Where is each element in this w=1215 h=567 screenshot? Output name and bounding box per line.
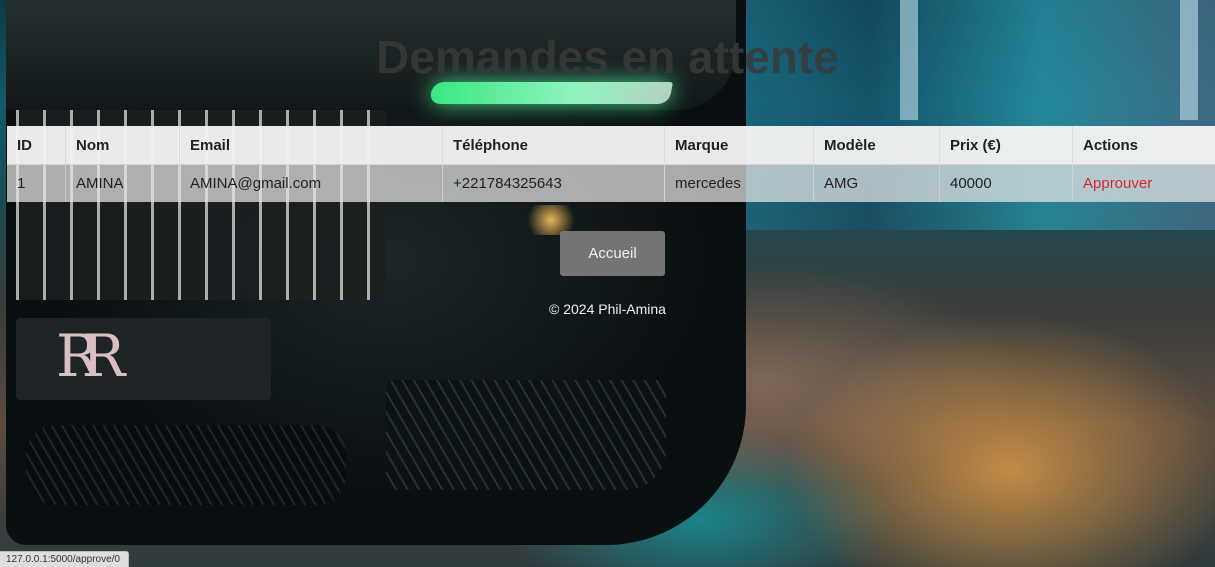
home-button[interactable]: Accueil — [560, 231, 665, 276]
column-header-telephone: Téléphone — [442, 126, 665, 165]
pending-requests-table: ID Nom Email Téléphone Marque Modèle Pri… — [7, 126, 1215, 202]
column-header-email: Email — [179, 126, 443, 165]
column-header-marque: Marque — [664, 126, 814, 165]
cell-prix: 40000 — [939, 164, 1073, 202]
column-header-id: ID — [17, 136, 32, 154]
cell-actions: Approuver — [1072, 164, 1215, 202]
cell-telephone: +221784325643 — [442, 164, 665, 202]
status-bar-url: 127.0.0.1:5000/approve/0 — [0, 551, 129, 567]
cell-marque: mercedes — [664, 164, 814, 202]
column-header-actions: Actions — [1072, 126, 1215, 165]
footer-copyright: © 2024 Phil-Amina — [549, 301, 666, 317]
car-left-vent — [26, 425, 346, 505]
table-header-row: ID Nom Email Téléphone Marque Modèle Pri… — [7, 126, 1215, 165]
rr-logo-icon: RR — [56, 322, 125, 390]
column-header-prix: Prix (€) — [939, 126, 1073, 165]
cell-nom: AMINA — [65, 164, 180, 202]
cell-id: 1 — [7, 164, 66, 202]
approve-link[interactable]: Approuver — [1083, 175, 1152, 192]
table-row: 1 AMINA AMINA@gmail.com +221784325643 me… — [7, 164, 1215, 202]
column-header-modele: Modèle — [813, 126, 940, 165]
car-plate — [16, 318, 271, 400]
page-title: Demandes en attente — [376, 31, 839, 83]
car-lower-grille — [386, 380, 666, 490]
background-car-photo: RR — [0, 0, 1215, 567]
car-headlight — [429, 82, 673, 104]
cell-modele: AMG — [813, 164, 940, 202]
cell-email: AMINA@gmail.com — [179, 164, 443, 202]
column-header-nom: Nom — [65, 126, 180, 165]
